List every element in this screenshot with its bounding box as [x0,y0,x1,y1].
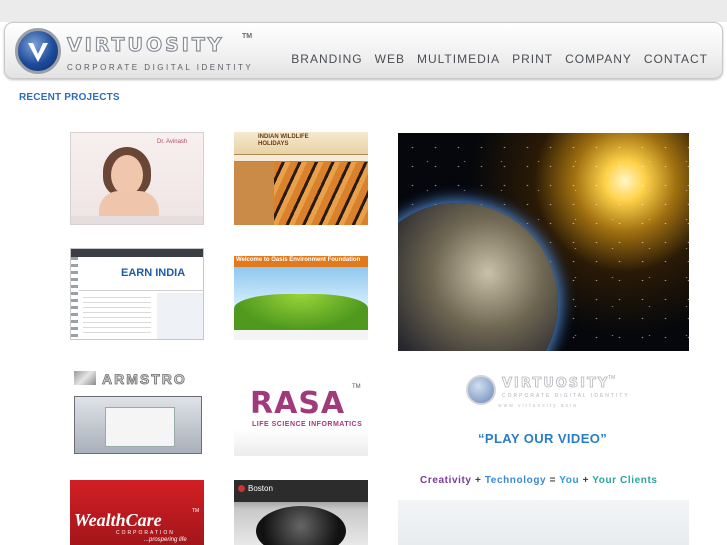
trademark-mark: TM [608,375,616,381]
rasa-tagline: LIFE SCIENCE INFORMATICS [252,421,363,428]
page: VIRTUOSITY TM CORPORATE DIGITAL IDENTITY… [0,0,727,545]
nav-item-branding[interactable]: BRANDING [291,52,362,66]
nav-item-web[interactable]: WEB [375,52,405,66]
thumb-label: Welcome to Oasis Environment Foundation [236,257,361,263]
video-brand: VIRTUOSITY [502,376,610,392]
thumb-panel [157,293,203,339]
notebook-rings-icon [71,257,78,339]
browser-bar [71,249,203,257]
project-thumb-wealthcare[interactable]: WealthCare TM CORPORATION ...prospering … [70,480,204,545]
thumb-label: Dr. Avinash [157,139,188,145]
site-header: VIRTUOSITY TM CORPORATE DIGITAL IDENTITY… [4,22,723,79]
thumb-label: Boston [248,484,273,493]
project-thumb-boston[interactable]: Boston [234,480,368,545]
project-thumb-armstrong[interactable]: ARMSTRO [70,366,204,456]
v-mark-icon [28,43,48,62]
thumb-text-lines [83,297,151,335]
nav-item-contact[interactable]: CONTACT [644,52,708,66]
featured-earth-image[interactable] [398,133,689,351]
video-logo-icon [466,375,496,405]
eq-plus: + [474,475,482,486]
eq-clients: Your Clients [592,475,658,486]
trademark-mark: TM [352,384,361,390]
thumb-footer [234,330,368,340]
rasa-logo: RASA [250,386,346,421]
nav-item-print[interactable]: PRINT [512,52,553,66]
trademark-mark: TM [192,508,200,514]
project-thumb-rasa[interactable]: RASA TM LIFE SCIENCE INFORMATICS [234,366,368,456]
project-thumb-wildlife[interactable]: INDIAN WILDLIFE HOLIDAYS [234,132,368,225]
nav-item-multimedia[interactable]: MULTIMEDIA [417,52,500,66]
wealthcare-logo: WealthCare [74,510,162,530]
main-nav: BRANDING WEB MULTIMEDIA PRINT COMPANY CO… [291,52,708,66]
project-thumb-avinash[interactable]: Dr. Avinash [70,132,204,225]
wealthcare-tagline: ...prospering life [144,537,187,543]
eq-technology: Technology [484,475,547,486]
nav-item-company[interactable]: COMPANY [565,52,632,66]
screen-image [74,396,202,454]
trademark-mark: TM [242,33,253,40]
eq-equals: = [549,475,557,486]
thumb-footer [71,216,203,224]
thumb-navbar [234,154,368,162]
thumb-label: INDIAN WILDLIFE HOLIDAYS [258,134,309,147]
section-title: RECENT PROJECTS [19,92,120,103]
brand-tagline: CORPORATE DIGITAL IDENTITY [67,63,254,72]
armstrong-logo-icon [74,371,96,385]
top-band [0,0,727,22]
creativity-equation: Creativity + Technology = You + Your Cli… [420,475,658,486]
eq-you: You [559,475,580,486]
project-thumb-earn-india[interactable]: EARN INDIA [70,248,204,340]
grass-image [234,294,368,330]
thumb-label: EARN INDIA [121,267,186,279]
eq-plus: + [582,475,590,486]
video-tagline: CORPORATE DIGITAL IDENTITY [502,393,630,399]
video-player-panel[interactable] [398,500,689,545]
thumb-image [111,155,143,195]
brand-name[interactable]: VIRTUOSITY [66,33,225,56]
screen-content [105,407,175,447]
play-video-link[interactable]: “PLAY OUR VIDEO” [478,431,607,446]
eq-creativity: Creativity [420,475,472,486]
thumb-label: ARMSTRO [102,371,187,388]
video-url: www.virtuosity.asia [498,403,578,409]
virtuosity-logo-icon[interactable] [15,28,61,74]
speaker-image [256,506,346,545]
project-thumb-oasis[interactable]: Welcome to Oasis Environment Foundation [234,248,368,340]
wealthcare-corp: CORPORATION [116,530,175,536]
boston-logo-icon [238,485,245,492]
tiger-image [274,162,368,225]
